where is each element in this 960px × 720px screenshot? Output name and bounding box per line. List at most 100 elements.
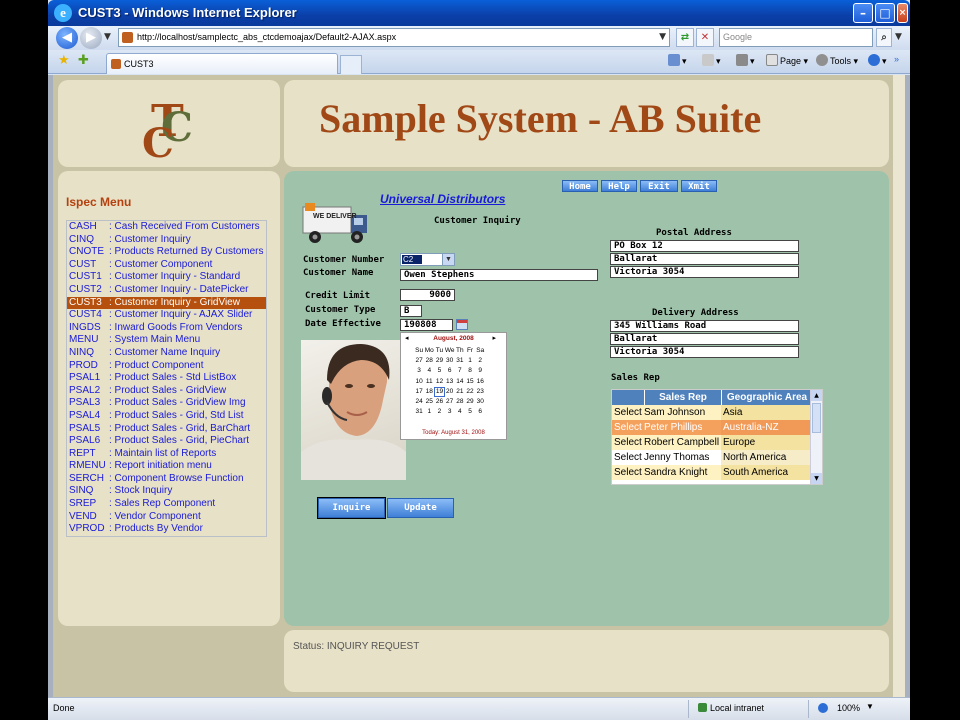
expand-toolbar-icon[interactable]: » [894, 54, 899, 64]
menu-item-cust4[interactable]: CUST4: Customer Inquiry - AJAX Slider [67, 309, 266, 322]
page-scrollbar[interactable] [893, 75, 905, 697]
calendar-day[interactable]: 4 [455, 407, 465, 417]
delivery-address-line-2[interactable]: Ballarat [610, 333, 799, 345]
calendar-day[interactable]: 18 [424, 387, 434, 397]
calendar-day[interactable]: 25 [424, 397, 434, 407]
menu-item-sinq[interactable]: SINQ: Stock Inquiry [67, 485, 266, 498]
history-dropdown-icon[interactable]: ▼ [104, 32, 111, 42]
search-icon[interactable]: ⌕ [876, 28, 892, 47]
calendar-day[interactable]: 31 [414, 407, 424, 417]
grid-scrollbar[interactable]: ▲ ▼ [810, 390, 822, 484]
calendar-day[interactable]: 2 [434, 407, 444, 417]
calendar-day[interactable]: 26 [434, 397, 444, 407]
postal-address-line-1[interactable]: PO Box 12 [610, 240, 799, 252]
calendar-day[interactable]: 3 [414, 366, 424, 376]
maximize-button[interactable]: □ [875, 3, 895, 23]
credit-limit-field[interactable]: 9000 [400, 289, 455, 301]
home-button[interactable]: Home [562, 180, 598, 192]
calendar-day[interactable]: 24 [414, 397, 424, 407]
table-row[interactable]: Select Robert Campbell Europe [612, 435, 810, 450]
calendar-day[interactable]: 3 [445, 407, 455, 417]
calendar-day[interactable]: 9 [475, 366, 485, 376]
postal-address-line-3[interactable]: Victoria 3054 [610, 266, 799, 278]
menu-item-vend[interactable]: VEND: Vendor Component [67, 511, 266, 524]
menu-item-cust[interactable]: CUST: Customer Component [67, 259, 266, 272]
calendar-day[interactable]: 20 [445, 387, 455, 397]
calendar-day[interactable]: 17 [414, 387, 424, 397]
stop-button[interactable]: ✕ [696, 28, 714, 47]
menu-item-serch[interactable]: SERCH: Component Browse Function [67, 473, 266, 486]
zoom-level[interactable]: 100% [837, 703, 860, 713]
calendar-day[interactable]: 2 [475, 356, 485, 366]
address-field[interactable]: http://localhost/samplectc_abs_ctcdemoaj… [118, 28, 670, 47]
calendar-day[interactable]: 31 [455, 356, 465, 366]
minimize-button[interactable]: – [853, 3, 873, 23]
zoom-dropdown-icon[interactable]: ▼ [866, 702, 874, 711]
home-toolbar-icon[interactable]: ▾ [668, 54, 687, 67]
menu-item-srep[interactable]: SREP: Sales Rep Component [67, 498, 266, 511]
menu-item-cust3[interactable]: CUST3: Customer Inquiry - GridView [67, 296, 266, 310]
print-icon[interactable]: ▾ [736, 54, 755, 67]
customer-type-field[interactable]: B [400, 305, 422, 317]
calendar-day[interactable]: 29 [434, 356, 444, 366]
menu-item-menu[interactable]: MENU: System Main Menu [67, 334, 266, 347]
menu-item-cash[interactable]: CASH: Cash Received From Customers [67, 221, 266, 234]
menu-item-cust1[interactable]: CUST1: Customer Inquiry - Standard [67, 271, 266, 284]
calendar-day[interactable]: 13 [445, 377, 455, 387]
scroll-down-icon[interactable]: ▼ [811, 473, 822, 484]
table-row[interactable]: Select Jenny Thomas North America [612, 450, 810, 465]
calendar-today-link[interactable]: Today: August 31, 2008 [401, 430, 506, 436]
date-effective-field[interactable]: 190808 [400, 319, 453, 331]
update-button[interactable]: Update [387, 498, 454, 518]
calendar-day[interactable]: 1 [424, 407, 434, 417]
calendar-day[interactable]: 27 [414, 356, 424, 366]
calendar-day[interactable]: 27 [445, 397, 455, 407]
calendar-day[interactable]: 10 [414, 377, 424, 387]
feeds-icon[interactable]: ▾ [702, 54, 721, 67]
customer-number-select[interactable]: C2 ▼ [400, 253, 455, 266]
calendar-day[interactable]: 5 [465, 407, 475, 417]
calendar-day[interactable]: 5 [434, 366, 444, 376]
menu-item-cinq[interactable]: CINQ: Customer Inquiry [67, 234, 266, 247]
menu-item-psal4[interactable]: PSAL4: Product Sales - Grid, Std List [67, 410, 266, 423]
menu-item-psal3[interactable]: PSAL3: Product Sales - GridView Img [67, 397, 266, 410]
scroll-up-icon[interactable]: ▲ [811, 390, 822, 401]
menu-item-psal5[interactable]: PSAL5: Product Sales - Grid, BarChart [67, 423, 266, 436]
calendar-day[interactable]: 12 [434, 377, 444, 387]
menu-item-cust2[interactable]: CUST2: Customer Inquiry - DatePicker [67, 284, 266, 297]
delivery-address-line-1[interactable]: 345 Williams Road [610, 320, 799, 332]
menu-item-rept[interactable]: REPT: Maintain list of Reports [67, 448, 266, 461]
menu-item-psal6[interactable]: PSAL6: Product Sales - Grid, PieChart [67, 435, 266, 448]
calendar-day[interactable]: 19 [434, 386, 445, 397]
calendar-next-icon[interactable]: ▸ [492, 334, 496, 342]
calendar-day[interactable]: 22 [465, 387, 475, 397]
select-link[interactable]: Select [612, 450, 644, 465]
calendar-day[interactable]: 16 [475, 377, 485, 387]
calendar-day[interactable]: 29 [465, 397, 475, 407]
menu-item-psal1[interactable]: PSAL1: Product Sales - Std ListBox [67, 372, 266, 385]
scroll-thumb[interactable] [812, 403, 821, 433]
calendar-day[interactable]: 28 [424, 356, 434, 366]
calendar-day[interactable]: 30 [475, 397, 485, 407]
company-link[interactable]: Universal Distributors [380, 192, 505, 206]
calendar-icon[interactable] [456, 319, 468, 330]
calendar-day[interactable]: 4 [424, 366, 434, 376]
delivery-address-line-3[interactable]: Victoria 3054 [610, 346, 799, 358]
calendar-day[interactable]: 15 [465, 377, 475, 387]
select-link[interactable]: Select [612, 420, 644, 435]
close-button[interactable]: × [897, 3, 908, 23]
calendar-day[interactable]: 21 [455, 387, 465, 397]
page-menu[interactable]: Page ▾ [766, 54, 808, 67]
table-row[interactable]: Select Sam Johnson Asia [612, 405, 810, 420]
xmit-button[interactable]: Xmit [681, 180, 717, 192]
calendar-day[interactable]: 11 [424, 377, 434, 387]
calendar-day[interactable]: 28 [455, 397, 465, 407]
postal-address-line-2[interactable]: Ballarat [610, 253, 799, 265]
select-link[interactable]: Select [612, 435, 644, 450]
menu-item-ninq[interactable]: NINQ: Customer Name Inquiry [67, 347, 266, 360]
menu-item-rmenu[interactable]: RMENU: Report initiation menu [67, 460, 266, 473]
calendar-day[interactable]: 6 [445, 366, 455, 376]
exit-button[interactable]: Exit [640, 180, 678, 192]
select-link[interactable]: Select [612, 405, 644, 420]
calendar-day[interactable]: 30 [445, 356, 455, 366]
